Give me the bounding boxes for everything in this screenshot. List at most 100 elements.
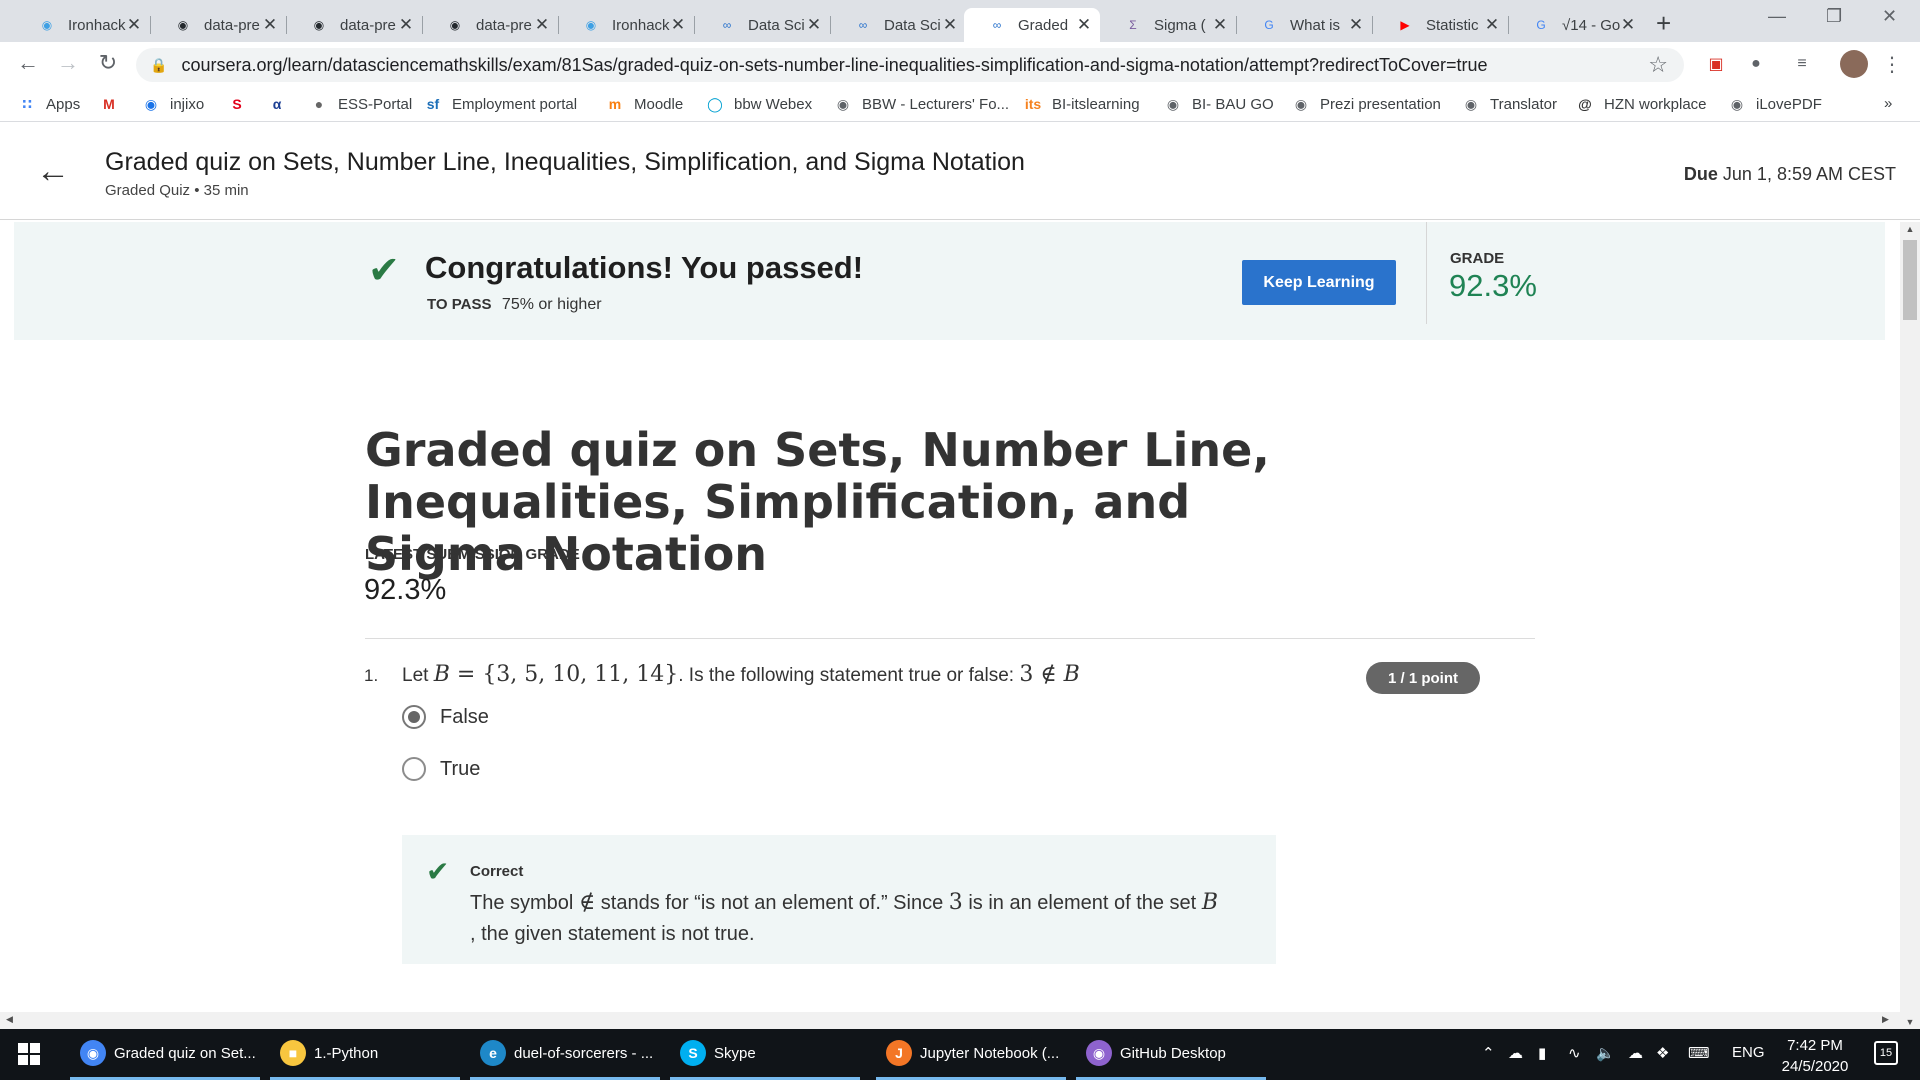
profile-avatar-icon[interactable]	[1840, 50, 1868, 78]
option-false[interactable]: False	[402, 705, 489, 729]
bookmark-item[interactable]: ◉ iLovePDF	[1728, 95, 1822, 113]
tab-title: Data Sci	[748, 16, 805, 34]
close-icon[interactable]: ✕	[1212, 15, 1228, 35]
keep-learning-button[interactable]: Keep Learning	[1242, 260, 1396, 305]
extension-circle-icon[interactable]: ●	[1744, 52, 1768, 76]
back-arrow-icon[interactable]: ←	[14, 50, 42, 76]
radio-selected-icon[interactable]	[402, 705, 426, 729]
bookmark-label: BI-itslearning	[1052, 95, 1140, 113]
taskbar-app[interactable]: e duel-of-sorcerers - ...	[470, 1029, 660, 1080]
clock-date: 24/5/2020	[1781, 1058, 1849, 1075]
close-icon[interactable]: ✕	[262, 15, 278, 35]
close-icon[interactable]: ✕	[806, 15, 822, 35]
bookmark-item[interactable]: S	[228, 95, 256, 113]
bookmark-item[interactable]: ● ESS-Portal	[310, 95, 412, 113]
math-lhs: 3	[1019, 662, 1034, 687]
close-window-icon[interactable]: ✕	[1882, 6, 1897, 27]
tray-chevron-icon[interactable]: ⌃	[1482, 1044, 1495, 1062]
browser-tab[interactable]: G √14 - Go ✕	[1508, 8, 1644, 42]
browser-tab[interactable]: ◉ data-pre ✕	[422, 8, 558, 42]
horizontal-scrollbar[interactable]: ◀ ▶	[0, 1012, 1900, 1029]
bookmark-item[interactable]: @ HZN workplace	[1576, 95, 1706, 113]
onedrive-cloud-icon[interactable]: ☁	[1508, 1044, 1523, 1062]
browser-tab[interactable]: ◉ Ironhack ✕	[14, 8, 150, 42]
taskbar-app[interactable]: J Jupyter Notebook (...	[876, 1029, 1066, 1080]
bookmark-item[interactable]: sf Employment portal	[424, 95, 577, 113]
notification-icon[interactable]: 15	[1874, 1041, 1898, 1065]
reading-list-icon[interactable]: ≡	[1790, 52, 1814, 76]
scroll-up-icon[interactable]: ▲	[1900, 224, 1920, 234]
taskbar-app[interactable]: ◉ Graded quiz on Set...	[70, 1029, 260, 1080]
wifi-icon[interactable]: ∿	[1568, 1044, 1581, 1062]
dropbox-icon[interactable]: ❖	[1656, 1044, 1669, 1062]
bookmark-item[interactable]: its BI-itslearning	[1024, 95, 1140, 113]
language-indicator[interactable]: ENG	[1732, 1044, 1765, 1061]
scroll-right-icon[interactable]: ▶	[1882, 1014, 1889, 1025]
bookmark-item[interactable]: m Moodle	[606, 95, 683, 113]
upload-cloud-icon[interactable]: ☁	[1628, 1044, 1643, 1062]
bookmark-item[interactable]: ◉ Translator	[1462, 95, 1557, 113]
taskbar-app-label: duel-of-sorcerers - ...	[514, 1044, 654, 1062]
browser-tab[interactable]: Σ Sigma (✕	[1100, 8, 1236, 42]
globe-icon: ◉	[836, 95, 850, 112]
back-arrow-icon[interactable]: ←	[36, 152, 70, 191]
windows-start-icon[interactable]	[18, 1043, 40, 1065]
taskbar-app[interactable]: S Skype	[670, 1029, 860, 1080]
option-true[interactable]: True	[402, 757, 480, 781]
tab-title: data-pre	[204, 16, 260, 34]
menu-kebab-icon[interactable]: ⋮	[1880, 52, 1904, 76]
browser-tab[interactable]: G What is ✕	[1236, 8, 1372, 42]
close-icon[interactable]: ✕	[1348, 15, 1364, 35]
browser-tab[interactable]: ∞ Graded ✕	[964, 8, 1100, 42]
coursera-icon: ∞	[992, 18, 1002, 32]
close-icon[interactable]: ✕	[1620, 15, 1636, 35]
bookmarks-overflow-icon[interactable]: »	[1884, 95, 1892, 112]
browser-tab[interactable]: ∞ Data Sci ✕	[694, 8, 830, 42]
scroll-down-icon[interactable]: ▼	[1900, 1017, 1920, 1027]
close-icon[interactable]: ✕	[1484, 15, 1500, 35]
system-clock[interactable]: 7:42 PM 24/5/2020	[1768, 1035, 1862, 1077]
close-icon[interactable]: ✕	[1076, 15, 1092, 35]
scrollbar-thumb[interactable]	[1903, 240, 1917, 320]
browser-tab[interactable]: ∞ Data Sci ✕	[830, 8, 966, 42]
close-icon[interactable]: ✕	[942, 15, 958, 35]
bookmark-item[interactable]: M	[100, 95, 128, 113]
bookmark-star-icon[interactable]: ☆	[1648, 52, 1668, 78]
battery-icon[interactable]: ▮	[1538, 1044, 1546, 1062]
new-tab-button[interactable]: +	[1656, 8, 1671, 39]
bookmark-item[interactable]: ◯ bbw Webex	[706, 95, 812, 113]
volume-icon[interactable]: 🔈	[1596, 1044, 1615, 1062]
close-icon[interactable]: ✕	[126, 15, 142, 35]
close-icon[interactable]: ✕	[670, 15, 686, 35]
bookmark-item[interactable]: ◉ BI- BAU GO	[1164, 95, 1274, 113]
bookmark-item[interactable]: ∷ Apps	[18, 95, 80, 113]
keyboard-icon[interactable]: ⌨	[1688, 1044, 1710, 1062]
address-bar[interactable]: 🔒 coursera.org/learn/datasciencemathskil…	[136, 48, 1684, 82]
taskbar-app[interactable]: ■ 1.-Python	[270, 1029, 460, 1080]
reload-icon[interactable]: ↻	[94, 50, 122, 76]
forward-arrow-icon[interactable]: →	[54, 50, 82, 76]
radio-unselected-icon[interactable]	[402, 757, 426, 781]
vertical-scrollbar[interactable]: ▲ ▼	[1900, 222, 1920, 1029]
feedback-text-1: The symbol	[470, 892, 574, 914]
bookmark-label: Translator	[1490, 95, 1557, 113]
browser-tab[interactable]: ◉ Ironhack ✕	[558, 8, 694, 42]
browser-tab[interactable]: ▶ Statistic ✕	[1372, 8, 1508, 42]
close-icon[interactable]: ✕	[534, 15, 550, 35]
close-icon[interactable]: ✕	[398, 15, 414, 35]
scroll-left-icon[interactable]: ◀	[6, 1014, 13, 1025]
pass-banner: ✔ Congratulations! You passed! TO PASS 7…	[14, 222, 1885, 340]
bookmark-item[interactable]: α	[268, 95, 296, 113]
pocket-extension-icon[interactable]: ▣	[1704, 52, 1728, 76]
bookmark-item[interactable]: ◉ BBW - Lecturers' Fo...	[834, 95, 1009, 113]
browser-tab[interactable]: ◉ data-pre ✕	[286, 8, 422, 42]
browser-tab[interactable]: ◉ data-pre ✕	[150, 8, 286, 42]
minimize-icon[interactable]: —	[1768, 6, 1786, 27]
tab-title: data-pre	[476, 16, 532, 34]
github-desktop-icon: ◉	[1086, 1040, 1112, 1066]
bookmark-item[interactable]: ◉ injixo	[142, 95, 204, 113]
feedback-text: The symbol ∉ stands for “is not an eleme…	[470, 887, 1260, 950]
taskbar-app[interactable]: ◉ GitHub Desktop	[1076, 1029, 1266, 1080]
bookmark-item[interactable]: ◉ Prezi presentation	[1292, 95, 1441, 113]
restore-icon[interactable]: ❐	[1826, 6, 1842, 27]
